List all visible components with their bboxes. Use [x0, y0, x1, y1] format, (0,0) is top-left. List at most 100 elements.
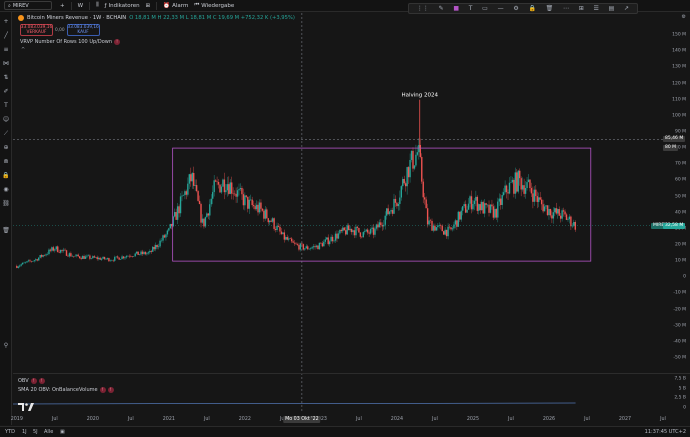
candle-body [323, 241, 325, 247]
eye-icon[interactable]: ◉ [2, 186, 10, 194]
collapse-legend-button[interactable]: ^ [21, 47, 25, 53]
candle-body [52, 247, 55, 251]
drag-handle-icon[interactable]: ⋮⋮ [417, 5, 429, 12]
candle-body [570, 216, 572, 227]
range-ytd-button[interactable]: YTD [5, 429, 15, 435]
settings-icon[interactable]: ⚙ [513, 5, 518, 12]
lock-icon[interactable]: 🔒 [2, 172, 10, 180]
candle-body [571, 225, 574, 227]
prediction-icon[interactable]: ⇅ [2, 74, 10, 82]
candle-body [212, 192, 214, 199]
alert-icon[interactable]: ! [38, 378, 45, 384]
magnet-icon[interactable]: ⋒ [2, 158, 10, 166]
range-1y-button[interactable]: 1J [22, 429, 27, 435]
range-all-button[interactable]: Alle [44, 429, 53, 435]
candle-body [451, 228, 454, 230]
line-width-icon[interactable]: — [498, 5, 504, 12]
left-drawing-tools: + ╱ ≡ ⋈ ⇅ ✐ T ☺ ⟋ ⊕ ⋒ 🔒 ◉ ⛓ 🗑 ⚲ [0, 12, 12, 425]
chart-type-button[interactable]: ⫼ [96, 2, 99, 9]
more-icon[interactable]: ⋯ [563, 5, 569, 12]
tree-icon[interactable]: ⚲ [2, 342, 10, 350]
candle-body [261, 208, 264, 211]
ruler-icon[interactable]: ⟋ [2, 130, 10, 138]
fib-icon[interactable]: ≡ [2, 46, 10, 54]
candle-body [361, 236, 363, 238]
time-axis[interactable]: 2019Jul2020Jul2021Jul2022Jul2023Jul2024J… [11, 415, 666, 425]
candle-body [374, 228, 376, 235]
crosshair-icon[interactable]: + [2, 18, 10, 26]
candle-body [568, 216, 571, 220]
price-chart[interactable]: Halving 2024 [12, 13, 663, 413]
arrow-icon[interactable]: ↗ [624, 5, 629, 12]
price-tick: 140 M [672, 48, 686, 54]
emoji-icon[interactable]: ☺ [2, 116, 10, 124]
candle-body [371, 227, 373, 230]
interval-button[interactable]: W [78, 3, 83, 9]
layouts-button[interactable]: ⊞ [146, 3, 151, 9]
candle-body [355, 226, 357, 236]
chart-icon[interactable]: ▤ [609, 5, 615, 12]
price-tick: 50 M [674, 194, 686, 200]
sell-button[interactable]: 33.083.039,16 VERKAUF [20, 24, 53, 36]
replay-button[interactable]: ⏮ Wiedergabe [194, 2, 234, 9]
candle-body [248, 199, 250, 209]
candle-body [526, 182, 528, 188]
candle-body [292, 241, 294, 243]
calendar-icon[interactable]: ▣ [60, 429, 65, 435]
alarm-button[interactable]: ⏰ Alarm [163, 3, 188, 9]
price-axis[interactable]: ⚙ 150 M 140 M 130 M 120 M 110 M 100 M 90 M 80 M… [663, 13, 690, 413]
candle-body [239, 187, 242, 190]
candle-body [443, 231, 445, 235]
candle-body [114, 257, 116, 261]
candle-body [35, 259, 37, 261]
candle-body [280, 231, 283, 235]
obv-indicator-label[interactable]: OBV ! ! [18, 378, 45, 384]
sma-indicator-label[interactable]: SMA 20 OBV: OnBalanceVolume ! ! [18, 387, 114, 393]
candle-body [539, 197, 541, 200]
symbol-search[interactable]: ⌕ MIREV [4, 1, 52, 10]
text-icon[interactable]: T [469, 5, 473, 12]
candle-body [238, 189, 240, 191]
trend-line-icon[interactable]: ╱ [2, 32, 10, 40]
buy-button[interactable]: 33.083.039,16 KAUF [66, 24, 100, 36]
settings-icon[interactable]: ⚙ [682, 14, 686, 20]
alert-icon[interactable]: ! [30, 378, 37, 384]
candle-body [564, 211, 566, 215]
lock-icon[interactable]: 🔒 [528, 5, 535, 12]
alert-icon[interactable]: ! [99, 387, 106, 393]
grid-icon[interactable]: ⊞ [579, 5, 584, 12]
candle-body [368, 232, 370, 234]
brush-icon[interactable]: ✎ [439, 5, 444, 12]
text-icon[interactable]: T [2, 102, 10, 110]
color-square-icon[interactable]: ■ [453, 5, 459, 12]
pattern-icon[interactable]: ⋈ [2, 60, 10, 68]
stack-icon[interactable]: ☰ [594, 5, 599, 12]
trash-icon[interactable]: 🗑 [2, 227, 10, 235]
alert-icon[interactable]: ! [107, 387, 114, 393]
candle-body [476, 196, 479, 211]
last-price-tag: 32,58 M [663, 222, 686, 229]
candle-body [38, 257, 40, 261]
indicators-button[interactable]: ƒ Indikatoren [105, 3, 140, 9]
clock[interactable]: 11:37:45 UTC+2 [645, 429, 686, 435]
alert-icon[interactable]: ! [114, 39, 121, 45]
trash-icon[interactable]: 🗑 [546, 5, 554, 12]
pane-divider[interactable] [13, 373, 690, 374]
zoom-icon[interactable]: ⊕ [2, 144, 10, 152]
vrvp-indicator-label[interactable]: VRVP Number Of Rows 100 Up/Down ! [20, 39, 121, 45]
candle-body [33, 260, 36, 262]
brush-icon[interactable]: ✐ [2, 88, 10, 96]
range-5y-button[interactable]: 5J [33, 429, 38, 435]
candle-body [153, 246, 155, 250]
candle-body [134, 253, 136, 257]
candle-body [456, 220, 458, 227]
link-icon[interactable]: ⛓ [2, 200, 10, 208]
chart-pane[interactable]: Halving 2024 [12, 13, 663, 413]
add-symbol-button[interactable]: + [60, 3, 65, 9]
candle-body [491, 204, 493, 207]
time-tick: 2025 [466, 417, 480, 422]
candle-body [530, 188, 533, 194]
line-style-icon[interactable]: ▭ [482, 5, 488, 12]
series-title[interactable]: Bitcoin Miners Revenue · 1W · BCHAIN [27, 15, 126, 21]
time-tick: Jul [660, 417, 666, 422]
